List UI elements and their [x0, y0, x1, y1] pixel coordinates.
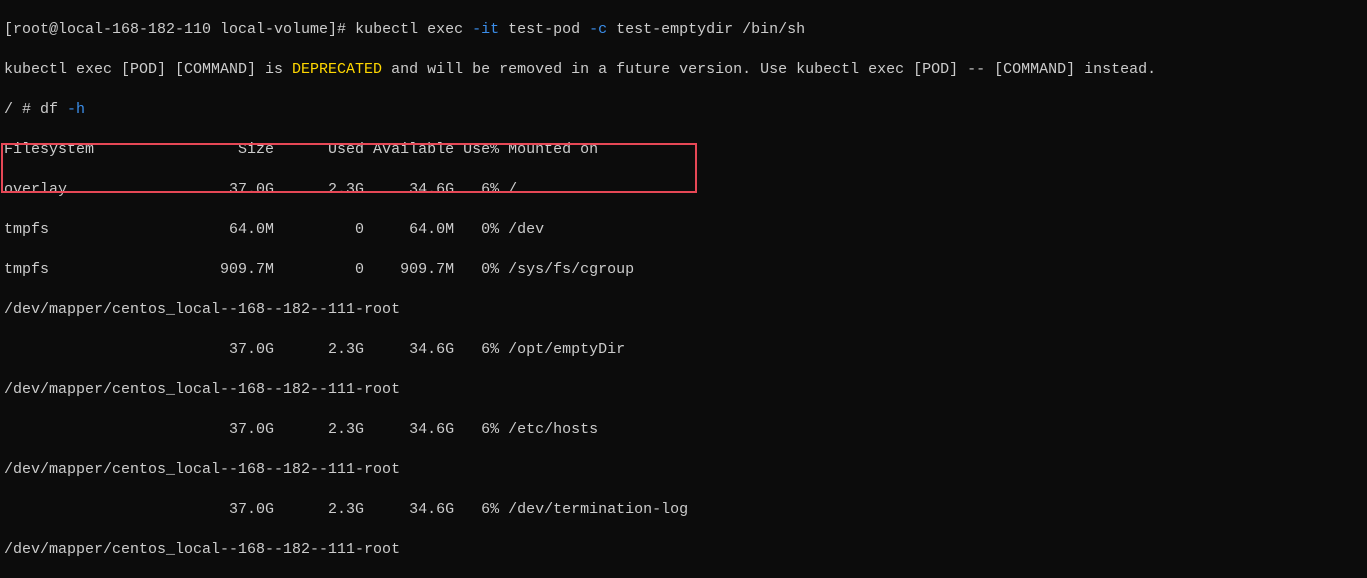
df-row: tmpfs 64.0M 0 64.0M 0% /dev [4, 220, 1363, 240]
df-cmd: df [40, 101, 67, 118]
df-row: 37.0G 2.3G 34.6G 6% /dev/termination-log [4, 500, 1363, 520]
df-row: 37.0G 2.3G 34.6G 6% /opt/emptyDir [4, 340, 1363, 360]
df-cmd-line: / # df -h [4, 100, 1363, 120]
cmd-text-2: test-pod [499, 21, 589, 38]
df-flag-h: -h [67, 101, 85, 118]
df-row: /dev/mapper/centos_local--168--182--111-… [4, 300, 1363, 320]
cmd-flag-c: -c [589, 21, 607, 38]
df-row: tmpfs 909.7M 0 909.7M 0% /sys/fs/cgroup [4, 260, 1363, 280]
df-row: /dev/mapper/centos_local--168--182--111-… [4, 540, 1363, 560]
shell-prompt: [root@local-168-182-110 local-volume]# [4, 21, 355, 38]
inner-prompt: / # [4, 101, 40, 118]
deprecation-line: kubectl exec [POD] [COMMAND] is DEPRECAT… [4, 60, 1363, 80]
dep-post: and will be removed in a future version.… [382, 61, 1156, 78]
dep-word: DEPRECATED [292, 61, 382, 78]
cmd-line: [root@local-168-182-110 local-volume]# k… [4, 20, 1363, 40]
cmd-flag-it: -it [472, 21, 499, 38]
df-row: /dev/mapper/centos_local--168--182--111-… [4, 460, 1363, 480]
dep-pre: kubectl exec [POD] [COMMAND] is [4, 61, 292, 78]
cmd-text-3: test-emptydir /bin/sh [607, 21, 805, 38]
df-row: overlay 37.0G 2.3G 34.6G 6% / [4, 180, 1363, 200]
df-row: /dev/mapper/centos_local--168--182--111-… [4, 380, 1363, 400]
cmd-text-1: kubectl exec [355, 21, 472, 38]
df-header: Filesystem Size Used Available Use% Moun… [4, 140, 1363, 160]
terminal[interactable]: [root@local-168-182-110 local-volume]# k… [0, 0, 1367, 578]
df-row: 37.0G 2.3G 34.6G 6% /etc/hosts [4, 420, 1363, 440]
